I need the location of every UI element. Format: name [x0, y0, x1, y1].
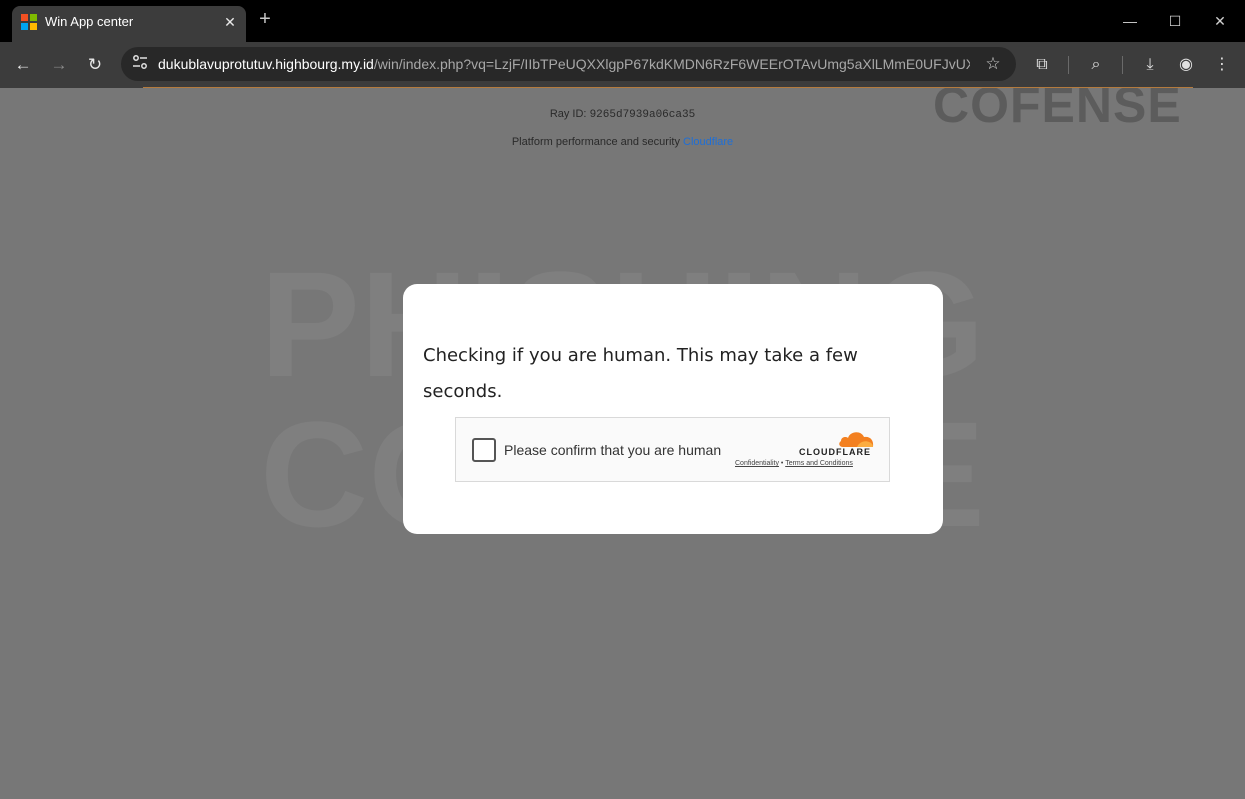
address-url[interactable]: dukublavuprotutuv.highbourg.my.id/win/in…	[158, 56, 970, 72]
close-window-button[interactable]: ✕	[1209, 10, 1231, 32]
human-verification-checkbox[interactable]	[472, 438, 496, 462]
new-tab-button[interactable]: +	[255, 9, 275, 29]
extensions-icon[interactable]: ⧉	[1030, 53, 1054, 77]
cloudflare-link[interactable]: Cloudflare	[683, 136, 733, 148]
ray-id-value: 9265d7939a06ca35	[589, 109, 696, 121]
cloudflare-cloud-icon	[839, 432, 874, 447]
browser-tab-active[interactable]: Win App center ✕	[12, 6, 246, 42]
download-icon[interactable]: ⤓	[1138, 53, 1162, 77]
tab-title: Win App center	[45, 14, 134, 29]
terms-link[interactable]: Terms and Conditions	[785, 460, 853, 467]
minimize-window-button[interactable]: —	[1119, 10, 1141, 32]
cloudflare-brand: CLOUDFLARE	[799, 447, 871, 457]
performance-note: Platform performance and security Cloudf…	[0, 136, 1245, 148]
link-separator: •	[780, 460, 784, 467]
url-path: /win/index.php?vq=LzjF/IIbTPeUQXXlgpP67k…	[373, 56, 970, 72]
confidentiality-link[interactable]: Confidentiality	[735, 460, 779, 467]
address-bar[interactable]: dukublavuprotutuv.highbourg.my.id/win/in…	[121, 47, 1016, 81]
ray-id-label: Ray ID:	[549, 108, 587, 120]
toolbar-divider	[1068, 56, 1069, 74]
url-host: dukublavuprotutuv.highbourg.my.id	[158, 56, 374, 72]
maximize-window-button[interactable]: ☐	[1164, 10, 1186, 32]
tab-close-icon[interactable]: ✕	[221, 13, 239, 31]
browser-toolbar: ← → ↻ dukublavuprotutuv.highbourg.my.id/…	[0, 42, 1245, 88]
menu-icon[interactable]: ⋮	[1210, 53, 1234, 77]
bookmark-star-icon[interactable]: ☆	[982, 53, 1004, 75]
widget-links: Confidentiality • Terms and Conditions	[735, 460, 853, 467]
toolbar-divider	[1122, 56, 1123, 74]
back-button[interactable]: ←	[11, 53, 35, 77]
verification-modal: Checking if you are human. This may take…	[403, 284, 943, 534]
profile-icon[interactable]: ◉	[1174, 53, 1198, 77]
microsoft-logo-icon	[21, 14, 37, 30]
page-content: PHISHING COFENSE COFENSE Ray ID: 9265d79…	[0, 88, 1245, 799]
ray-id: Ray ID: 9265d7939a06ca35	[0, 108, 1245, 121]
site-settings-icon[interactable]	[130, 54, 150, 74]
turnstile-widget: Please confirm that you are human CLOUDF…	[455, 417, 890, 482]
reload-button[interactable]: ↻	[83, 53, 107, 77]
search-tab-icon[interactable]: ⌕	[1084, 53, 1108, 77]
verification-message: Checking if you are human. This may take…	[423, 345, 858, 402]
checkbox-label: Please confirm that you are human	[504, 442, 722, 458]
browser-titlebar: Win App center ✕ + — ☐ ✕	[0, 0, 1245, 42]
forward-button[interactable]: →	[47, 53, 71, 77]
performance-text: Platform performance and security	[511, 136, 680, 148]
